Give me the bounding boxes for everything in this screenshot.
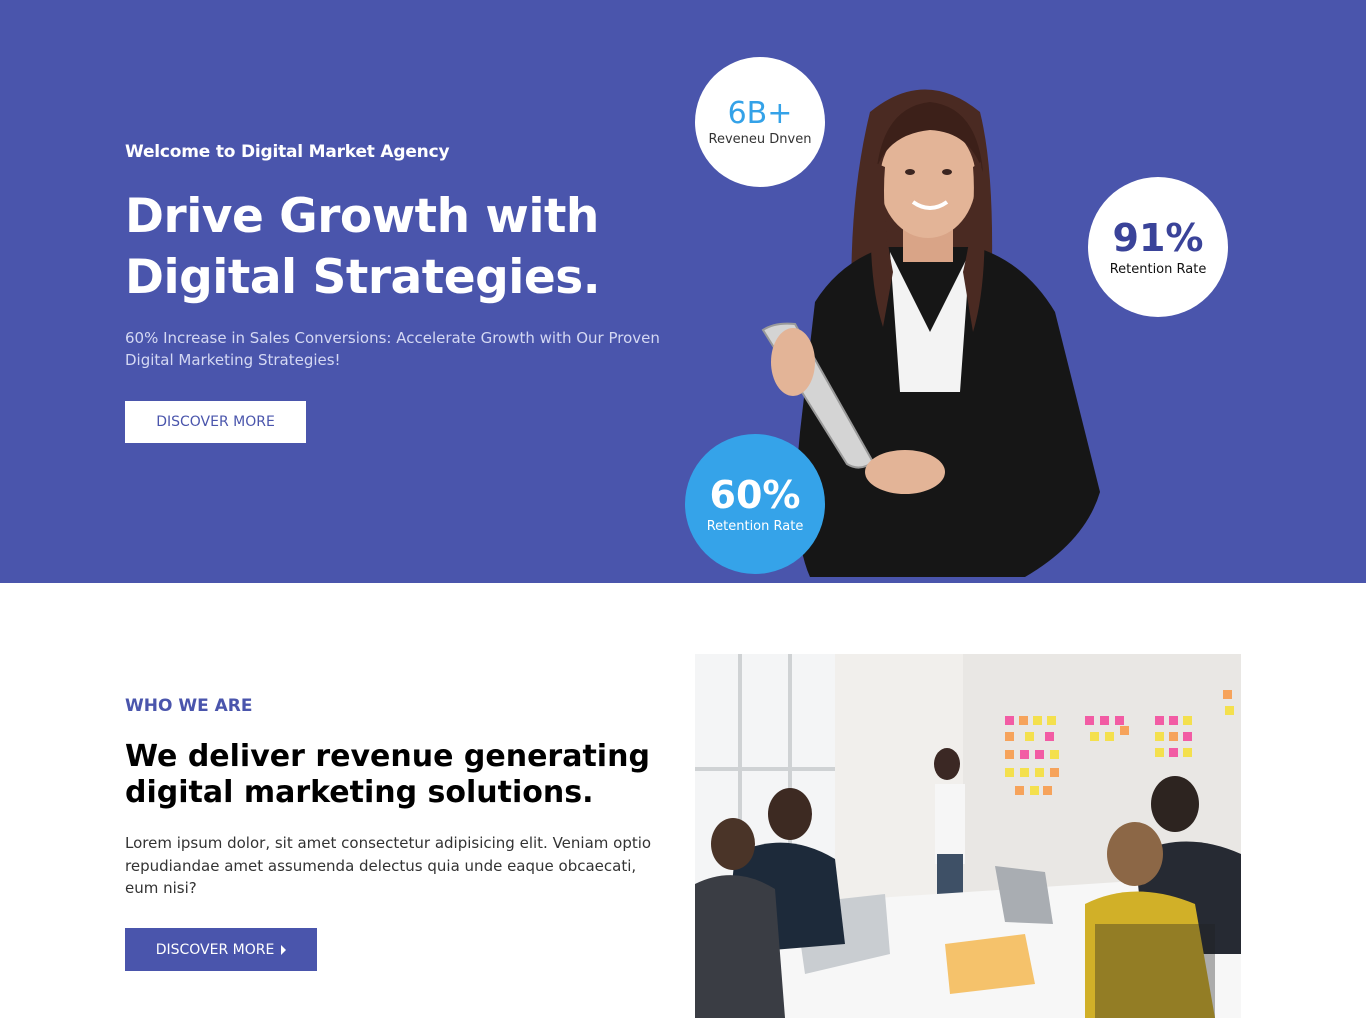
retention-stat-label-60: Retention Rate [706, 518, 804, 534]
revenue-stat-label: Reveneu Dnven [708, 131, 812, 147]
retention-stat-value-60: 60% [709, 472, 801, 517]
team-meeting-photo [695, 654, 1241, 1018]
hero-discover-more-button[interactable]: DISCOVER MORE [125, 401, 306, 443]
caret-right-icon [281, 944, 287, 955]
revenue-stat-value: 6B+ [727, 95, 793, 131]
hero-section: Welcome to Digital Market Agency Drive G… [0, 0, 1366, 583]
about-discover-more-button[interactable]: DISCOVER MORE [125, 928, 317, 971]
about-eyebrow: WHO WE ARE [125, 696, 253, 716]
retention-stat-label-91: Retention Rate [1109, 261, 1207, 277]
hero-eyebrow: Welcome to Digital Market Agency [125, 142, 450, 162]
hero-subtitle: 60% Increase in Sales Conversions: Accel… [125, 329, 660, 369]
about-title: We deliver revenue generating digital ma… [125, 739, 650, 810]
hero-title: Drive Growth with Digital Strategies. [125, 189, 601, 305]
about-text: Lorem ipsum dolor, sit amet consectetur … [125, 834, 652, 897]
about-button-label: DISCOVER MORE [155, 941, 275, 958]
revenue-stat-badge: 6B+ Reveneu Dnven [695, 57, 825, 187]
retention-stat-badge-91: 91% Retention Rate [1088, 177, 1228, 317]
retention-stat-value-91: 91% [1112, 215, 1204, 260]
retention-stat-badge-60: 60% Retention Rate [685, 434, 825, 574]
